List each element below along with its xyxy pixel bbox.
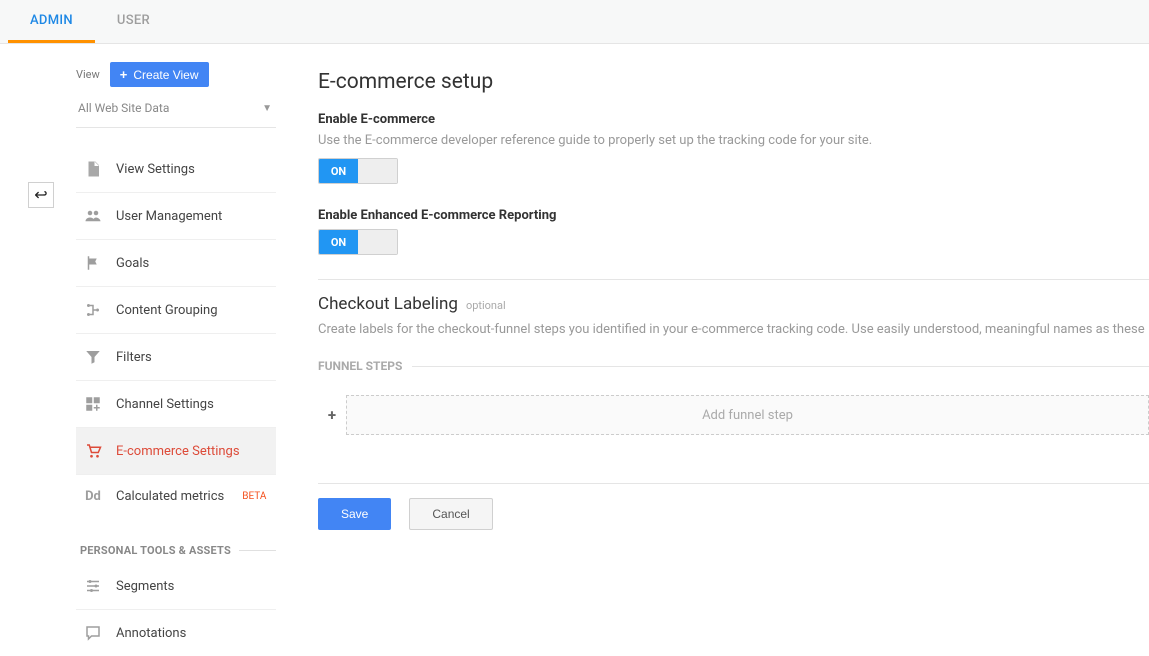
- nav-label: Calculated metrics: [116, 489, 224, 504]
- nav-user-management[interactable]: User Management: [76, 193, 276, 240]
- nav-label: Channel Settings: [116, 397, 214, 412]
- nav-label: View Settings: [116, 162, 195, 177]
- nav-label: Content Grouping: [116, 303, 218, 318]
- section-title: PERSONAL TOOLS & ASSETS: [80, 544, 239, 557]
- sliders-icon: [84, 577, 102, 595]
- optional-tag: optional: [466, 299, 506, 312]
- sidebar: View + Create View All Web Site Data ▼ V…: [28, 44, 276, 656]
- nav-filters[interactable]: Filters: [76, 334, 276, 381]
- toggle-off-handle: [358, 230, 397, 254]
- checkout-labeling-section: Checkout Labeling optional Create labels…: [318, 279, 1149, 435]
- nav-view-settings[interactable]: View Settings: [76, 146, 276, 193]
- view-select[interactable]: All Web Site Data ▼: [76, 93, 276, 128]
- funnel-icon: [84, 348, 102, 366]
- branch-icon: [84, 301, 102, 319]
- nav-channel-settings[interactable]: Channel Settings: [76, 381, 276, 428]
- enable-enhanced-label: Enable Enhanced E-commerce Reporting: [318, 208, 1149, 223]
- view-label: View: [76, 68, 100, 81]
- nav-content-grouping[interactable]: Content Grouping: [76, 287, 276, 334]
- nav-list: View Settings User Management Goals Cont…: [76, 146, 276, 656]
- toggle-off-handle: [358, 159, 397, 183]
- nav-ecommerce-settings[interactable]: E-commerce Settings: [76, 428, 276, 475]
- enable-ecommerce-help: Use the E-commerce developer reference g…: [318, 133, 1149, 148]
- add-funnel-step-button[interactable]: Add funnel step: [346, 395, 1149, 435]
- document-icon: [84, 160, 102, 178]
- save-button[interactable]: Save: [318, 498, 391, 530]
- section-personal-tools: PERSONAL TOOLS & ASSETS: [80, 544, 276, 557]
- create-view-label: Create View: [133, 68, 198, 82]
- nav-label: Goals: [116, 256, 149, 271]
- view-select-value: All Web Site Data: [78, 101, 169, 115]
- toggle-on-label: ON: [319, 230, 358, 254]
- users-icon: [84, 207, 102, 225]
- tab-admin[interactable]: ADMIN: [8, 0, 95, 43]
- chevron-down-icon: ▼: [262, 103, 272, 114]
- page-title: E-commerce setup: [318, 70, 1149, 94]
- nav-label: Annotations: [116, 626, 186, 641]
- checkout-desc: Create labels for the checkout-funnel st…: [318, 322, 1149, 337]
- enable-ecommerce-toggle[interactable]: ON: [318, 158, 398, 184]
- plus-icon: +: [318, 395, 346, 435]
- flag-icon: [84, 254, 102, 272]
- nav-label: Filters: [116, 350, 152, 365]
- dd-icon: Dd: [84, 489, 102, 504]
- cancel-button[interactable]: Cancel: [409, 498, 492, 530]
- nav-label: User Management: [116, 209, 222, 224]
- funnel-steps-label: FUNNEL STEPS: [318, 359, 412, 373]
- channels-icon: [84, 395, 102, 413]
- toggle-on-label: ON: [319, 159, 358, 183]
- nav-goals[interactable]: Goals: [76, 240, 276, 287]
- back-button[interactable]: ↩: [28, 182, 54, 208]
- beta-badge: BETA: [242, 491, 266, 502]
- plus-icon: +: [120, 67, 128, 82]
- top-tabs: ADMIN USER: [0, 0, 1149, 44]
- comment-icon: [84, 624, 102, 642]
- nav-label: Segments: [116, 579, 174, 594]
- main-content: E-commerce setup Enable E-commerce Use t…: [276, 44, 1149, 656]
- tab-user[interactable]: USER: [95, 0, 172, 43]
- enable-ecommerce-label: Enable E-commerce: [318, 112, 1149, 127]
- nav-label: E-commerce Settings: [116, 444, 240, 459]
- enable-enhanced-toggle[interactable]: ON: [318, 229, 398, 255]
- back-arrow-icon: ↩: [34, 187, 47, 203]
- nav-annotations[interactable]: Annotations: [76, 610, 276, 656]
- create-view-button[interactable]: + Create View: [110, 62, 209, 87]
- checkout-title: Checkout Labeling: [318, 294, 458, 314]
- nav-segments[interactable]: Segments: [76, 563, 276, 610]
- nav-calculated-metrics[interactable]: Dd Calculated metrics BETA: [76, 475, 276, 518]
- cart-icon: [84, 442, 102, 460]
